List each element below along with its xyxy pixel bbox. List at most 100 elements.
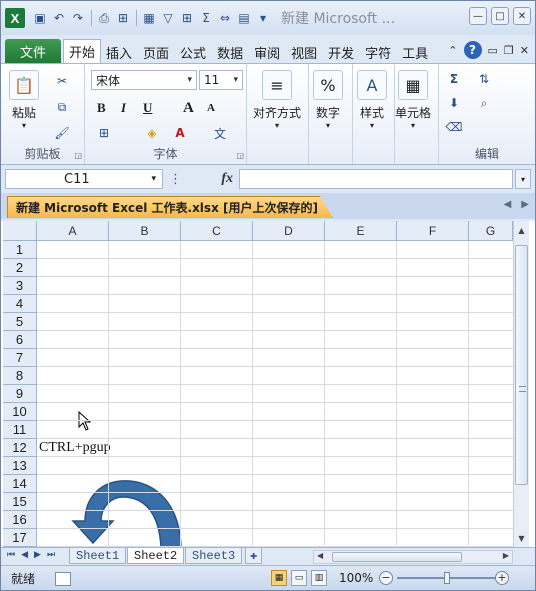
sort-filter-icon[interactable]: ⇅ bbox=[475, 70, 493, 88]
tab-characters[interactable]: 字符 bbox=[360, 41, 397, 63]
bold-button[interactable]: B bbox=[97, 100, 106, 116]
scroll-right-icon[interactable]: ▶ bbox=[503, 551, 509, 560]
row-header[interactable]: 13 bbox=[3, 457, 37, 475]
tab-insert[interactable]: 插入 bbox=[101, 41, 138, 63]
font-color-icon[interactable]: A bbox=[171, 124, 189, 142]
dialog-launcher-icon[interactable]: ◲ bbox=[236, 151, 244, 160]
borders-icon[interactable]: ⊞ bbox=[95, 124, 113, 142]
tab-developer[interactable]: 开发 bbox=[323, 41, 360, 63]
help-icon[interactable]: ? bbox=[463, 41, 482, 59]
tab-file[interactable]: 文件 bbox=[5, 39, 61, 63]
clear-icon[interactable]: ⌫ bbox=[445, 118, 463, 136]
fill-color-icon[interactable]: ◈ bbox=[143, 124, 161, 142]
sheet-tab-sheet3[interactable]: Sheet3 bbox=[185, 548, 243, 564]
zoom-in-button[interactable]: + bbox=[495, 571, 509, 585]
row-header[interactable]: 17 bbox=[3, 529, 37, 547]
tab-view[interactable]: 视图 bbox=[286, 41, 323, 63]
layout-icon[interactable]: ⊞ bbox=[114, 9, 132, 27]
alignment-button[interactable]: ≡ 对齐方式 ▾ bbox=[253, 70, 301, 130]
shrink-font-button[interactable]: A bbox=[207, 102, 215, 114]
vertical-scroll-thumb[interactable] bbox=[515, 245, 528, 485]
zoom-slider[interactable] bbox=[397, 572, 497, 584]
cells-button[interactable]: ▦ 单元格 ▾ bbox=[395, 70, 431, 130]
close-icon[interactable]: ✕ bbox=[513, 7, 531, 25]
insert-sheet-icon[interactable]: ✚ bbox=[245, 548, 263, 564]
row-header[interactable]: 11 bbox=[3, 421, 37, 439]
scroll-down-icon[interactable]: ▼ bbox=[514, 531, 529, 545]
page-break-view-icon[interactable]: ▥ bbox=[311, 570, 327, 586]
row-header[interactable]: 5 bbox=[3, 313, 37, 331]
tab-review[interactable]: 审阅 bbox=[249, 41, 286, 63]
first-sheet-icon[interactable]: ⏮ bbox=[7, 550, 15, 560]
column-header[interactable]: F bbox=[397, 221, 469, 241]
chevron-left-icon[interactable]: ◀ bbox=[504, 199, 512, 210]
formula-input[interactable] bbox=[239, 169, 513, 189]
expand-formula-bar-icon[interactable]: ▾ bbox=[515, 169, 531, 189]
row-header[interactable]: 7 bbox=[3, 349, 37, 367]
row-header[interactable]: 8 bbox=[3, 367, 37, 385]
filter-icon[interactable]: ▽ bbox=[159, 9, 177, 27]
prev-sheet-icon[interactable]: ◀ bbox=[21, 550, 28, 560]
row-header[interactable]: 16 bbox=[3, 511, 37, 529]
copy-icon[interactable]: ⧉ bbox=[53, 98, 71, 116]
vertical-scrollbar[interactable]: ▲ ▼ bbox=[513, 221, 529, 547]
undo-icon[interactable]: ↶ bbox=[50, 9, 68, 27]
sheet-tab-sheet1[interactable]: Sheet1 bbox=[69, 548, 127, 564]
sheet-tab-sheet2[interactable]: Sheet2 bbox=[127, 548, 185, 564]
font-name-combo[interactable]: 宋体 ▾ bbox=[91, 70, 197, 90]
last-sheet-icon[interactable]: ⏭ bbox=[47, 550, 55, 560]
horizontal-scrollbar[interactable]: ◀ ▶ bbox=[313, 550, 513, 564]
page-layout-view-icon[interactable]: ▭ bbox=[291, 570, 307, 586]
redo-icon[interactable]: ↷ bbox=[69, 9, 87, 27]
row-header[interactable]: 15 bbox=[3, 493, 37, 511]
horizontal-scroll-thumb[interactable] bbox=[332, 552, 462, 562]
insert-function-button[interactable]: fx bbox=[221, 171, 233, 187]
row-header[interactable]: 4 bbox=[3, 295, 37, 313]
macro-record-icon[interactable] bbox=[55, 571, 72, 586]
minimize-icon[interactable]: — bbox=[469, 7, 487, 25]
tab-page[interactable]: 页面 bbox=[138, 41, 175, 63]
maximize-icon[interactable]: □ bbox=[491, 7, 509, 25]
collapse-ribbon-icon[interactable]: ⌃ bbox=[448, 44, 457, 57]
document-tab[interactable]: 新建 Microsoft Excel 工作表.xlsx [用户上次保存的] bbox=[7, 196, 333, 218]
dialog-launcher-icon[interactable]: ◲ bbox=[74, 151, 82, 160]
column-header[interactable]: E bbox=[325, 221, 397, 241]
autosum-icon[interactable]: Σ bbox=[197, 9, 215, 27]
doc-restore-icon[interactable]: ❐ bbox=[504, 44, 514, 57]
column-header[interactable]: B bbox=[109, 221, 181, 241]
zoom-slider-thumb[interactable] bbox=[444, 572, 450, 584]
row-header[interactable]: 10 bbox=[3, 403, 37, 421]
scroll-left-icon[interactable]: ◀ bbox=[317, 551, 323, 560]
scroll-up-icon[interactable]: ▲ bbox=[514, 223, 529, 237]
cell-a12[interactable]: CTRL+pgup bbox=[39, 440, 111, 456]
expand-handle-icon[interactable]: ⋮ bbox=[169, 172, 182, 187]
chevron-right-icon[interactable]: ▶ bbox=[521, 199, 529, 210]
paste-button[interactable]: 📋 粘贴 ▾ bbox=[9, 70, 39, 130]
grow-font-button[interactable]: A bbox=[183, 100, 194, 117]
row-header[interactable]: 12 bbox=[3, 439, 37, 457]
select-all-corner[interactable] bbox=[3, 221, 37, 241]
name-box[interactable]: C11 ▾ bbox=[5, 169, 163, 189]
number-button[interactable]: % 数字 ▾ bbox=[313, 70, 343, 130]
doc-minimize-icon[interactable]: ▭ bbox=[488, 44, 498, 57]
normal-view-icon[interactable]: ▦ bbox=[271, 570, 287, 586]
format-painter-icon[interactable]: 🖌 bbox=[53, 124, 71, 142]
customize-qa-icon[interactable]: ▾ bbox=[254, 9, 272, 27]
column-header[interactable]: C bbox=[181, 221, 253, 241]
find-select-icon[interactable]: ⌕ bbox=[475, 94, 493, 112]
row-header[interactable]: 6 bbox=[3, 331, 37, 349]
autosum-icon[interactable]: Σ bbox=[445, 70, 463, 88]
worksheet-grid[interactable]: CTRL+pgup A B C D E F G 1 2 3 4 5 6 7 8 9 10 11 12 13 14 15 16… bbox=[1, 221, 535, 547]
phonetic-icon[interactable]: 文 bbox=[211, 124, 229, 142]
save-icon[interactable]: ▣ bbox=[31, 9, 49, 27]
calendar-icon[interactable]: ▦ bbox=[140, 9, 158, 27]
form-icon[interactable]: ▤ bbox=[235, 9, 253, 27]
excel-logo-icon[interactable]: X bbox=[5, 8, 25, 28]
print-preview-icon[interactable]: ⎙ bbox=[95, 9, 113, 27]
column-header[interactable]: D bbox=[253, 221, 325, 241]
italic-button[interactable]: I bbox=[121, 100, 126, 116]
column-header[interactable]: A bbox=[37, 221, 109, 241]
row-header[interactable]: 9 bbox=[3, 385, 37, 403]
merge-icon[interactable]: ⇔ bbox=[216, 9, 234, 27]
row-header[interactable]: 3 bbox=[3, 277, 37, 295]
